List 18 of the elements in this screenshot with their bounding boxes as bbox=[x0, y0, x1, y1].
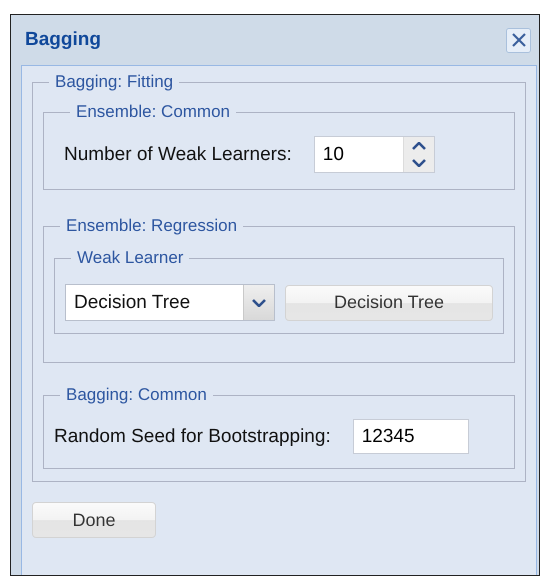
seed-input[interactable]: 12345 bbox=[352, 419, 469, 454]
learner-button[interactable]: Decision Tree bbox=[285, 284, 493, 320]
learner-dropdown[interactable]: Decision Tree bbox=[65, 284, 275, 321]
chevron-down-icon bbox=[252, 298, 266, 306]
group-legend: Bagging: Common bbox=[60, 385, 213, 405]
close-button[interactable] bbox=[506, 28, 531, 52]
number-spinner[interactable]: 10 bbox=[314, 136, 435, 173]
chevron-up-icon bbox=[412, 142, 426, 150]
group-legend: Ensemble: Common bbox=[70, 102, 236, 122]
field-label: Random Seed for Bootstrapping: bbox=[54, 426, 331, 448]
chevron-down-icon bbox=[412, 159, 426, 168]
window-title: Bagging bbox=[25, 29, 101, 51]
field-label: Number of Weak Learners: bbox=[64, 144, 292, 166]
done-button[interactable]: Done bbox=[32, 502, 156, 538]
group-legend: Bagging: Fitting bbox=[49, 72, 180, 92]
group-legend: Ensemble: Regression bbox=[60, 216, 244, 236]
group-legend: Weak Learner bbox=[71, 248, 190, 268]
close-icon bbox=[510, 32, 526, 48]
